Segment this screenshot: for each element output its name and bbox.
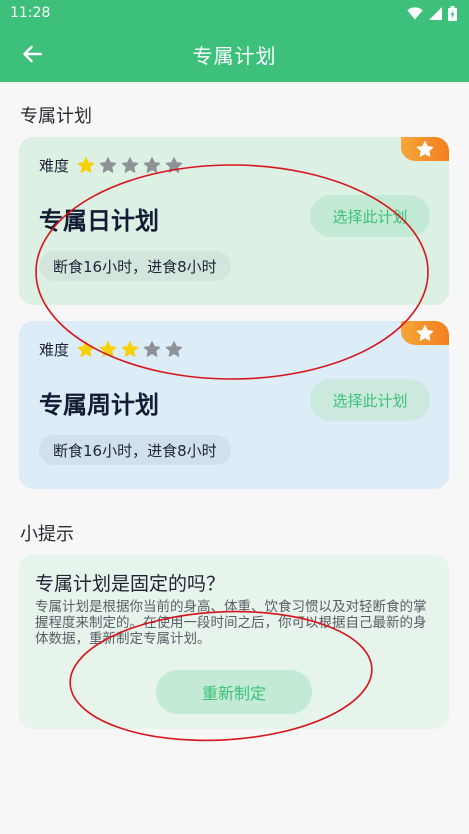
- section-title-plans: 专属计划: [20, 106, 92, 127]
- star-filled-icon: [77, 341, 95, 357]
- signal-icon: [429, 6, 442, 20]
- difficulty-stars: [77, 157, 183, 174]
- difficulty-stars: [77, 341, 183, 358]
- difficulty-row: 难度: [39, 339, 183, 360]
- tip-card: 专属计划是固定的吗？ 专属计划是根据你当前的身高、体重、饮食习惯以及对轻断食的掌…: [19, 555, 449, 729]
- star-empty-icon: [165, 157, 183, 173]
- star-empty-icon: [99, 157, 117, 173]
- tip-body: 专属计划是根据你当前的身高、体重、饮食习惯以及对轻断食的掌握程度来制定的。在使用…: [35, 599, 427, 647]
- plan-card-week: 难度 专属周计划 选择此计划 断食16小时，进食8小时: [19, 321, 449, 489]
- star-empty-icon: [165, 341, 183, 357]
- app-bar: 专属计划: [0, 26, 469, 82]
- star-filled-icon: [77, 157, 95, 173]
- plan-badge: [401, 321, 449, 345]
- plan-name: 专属周计划: [39, 391, 159, 419]
- wifi-icon: [407, 6, 423, 19]
- difficulty-label: 难度: [39, 157, 70, 175]
- plan-name: 专属日计划: [39, 207, 159, 235]
- choose-plan-button[interactable]: 选择此计划: [310, 379, 430, 421]
- choose-plan-button[interactable]: 选择此计划: [310, 195, 430, 237]
- status-time: 11:28: [10, 5, 51, 21]
- star-badge-icon: [416, 324, 434, 341]
- star-badge-icon: [416, 140, 434, 157]
- star-filled-icon: [99, 341, 117, 357]
- difficulty-label: 难度: [39, 341, 70, 359]
- star-empty-icon: [121, 157, 139, 173]
- star-empty-icon: [143, 341, 161, 357]
- star-filled-icon: [121, 341, 139, 357]
- page-title: 专属计划: [192, 43, 277, 68]
- plan-card-day: 难度 专属日计划 选择此计划 断食16小时，进食8小时: [19, 137, 449, 305]
- back-button[interactable]: [14, 36, 50, 72]
- status-bar: 11:28: [0, 0, 469, 26]
- tip-title: 专属计划是固定的吗？: [35, 573, 226, 595]
- star-empty-icon: [143, 157, 161, 173]
- status-icons: [407, 5, 457, 21]
- plan-badge: [401, 137, 449, 161]
- battery-icon: [448, 5, 457, 21]
- difficulty-row: 难度: [39, 155, 183, 176]
- arrow-left-icon: [23, 45, 42, 63]
- section-title-tips: 小提示: [20, 524, 74, 545]
- remake-plan-button[interactable]: 重新制定: [156, 670, 312, 714]
- plan-description: 断食16小时，进食8小时: [39, 251, 231, 281]
- plan-description: 断食16小时，进食8小时: [39, 435, 231, 465]
